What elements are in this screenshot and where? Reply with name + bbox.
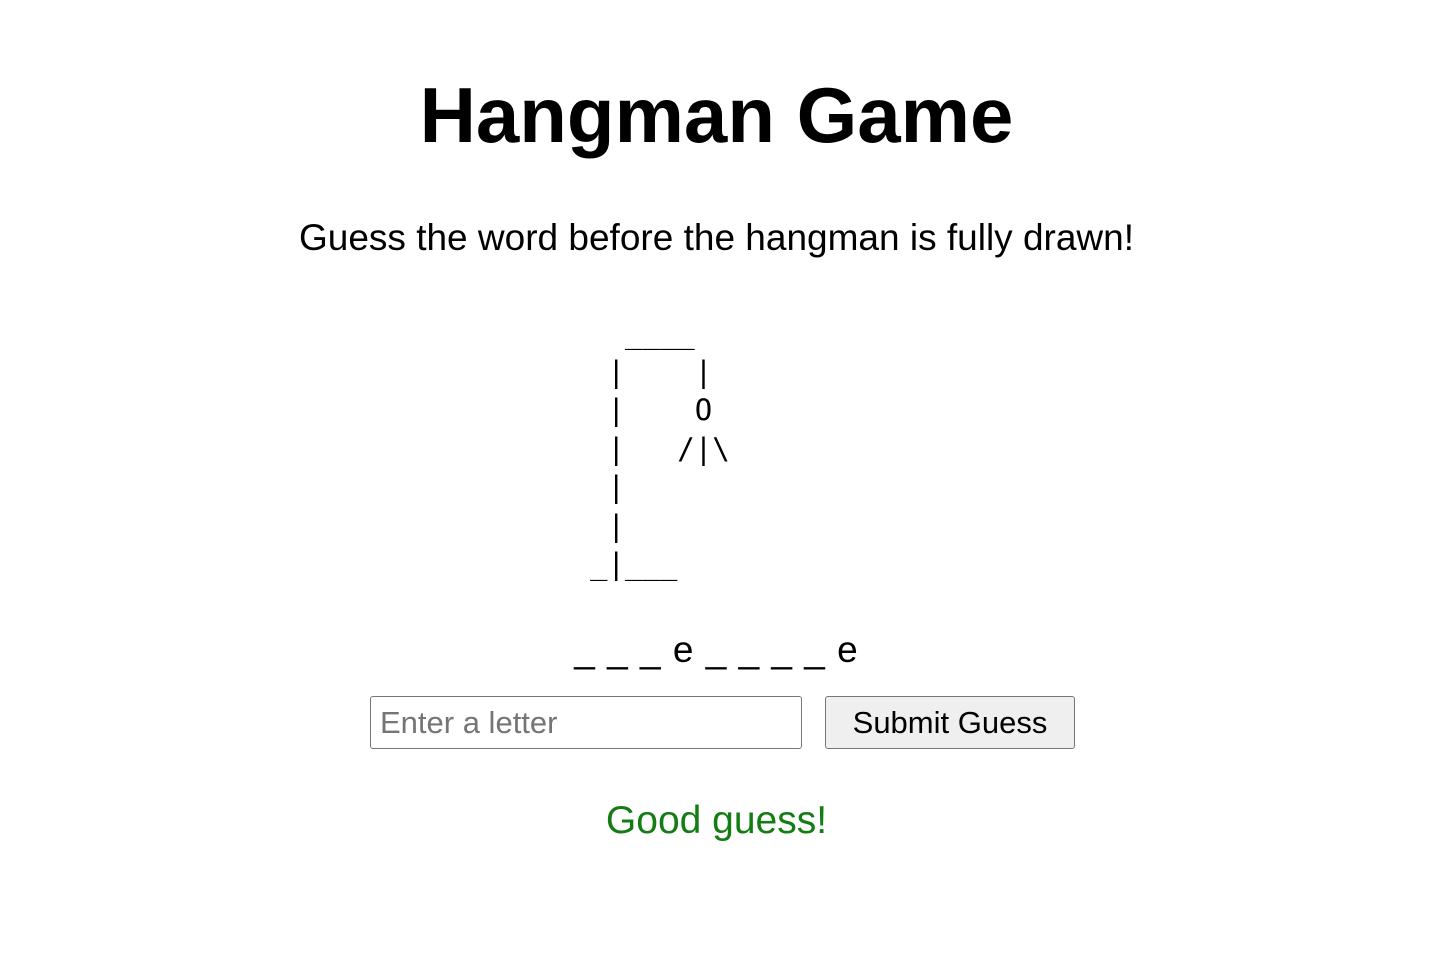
- game-page: Hangman Game Guess the word before the h…: [0, 0, 1433, 959]
- word-display: _ _ _ e _ _ _ _ e: [574, 629, 859, 670]
- feedback-message: Good guess!: [605, 799, 828, 842]
- hangman-drawing: ____ | | | O | /|\ | | _|___: [590, 316, 730, 581]
- page-title: Hangman Game: [419, 71, 1014, 159]
- game-instructions: Guess the word before the hangman is ful…: [298, 217, 1134, 258]
- submit-guess-button[interactable]: Submit Guess: [825, 696, 1075, 749]
- letter-input[interactable]: [370, 696, 802, 749]
